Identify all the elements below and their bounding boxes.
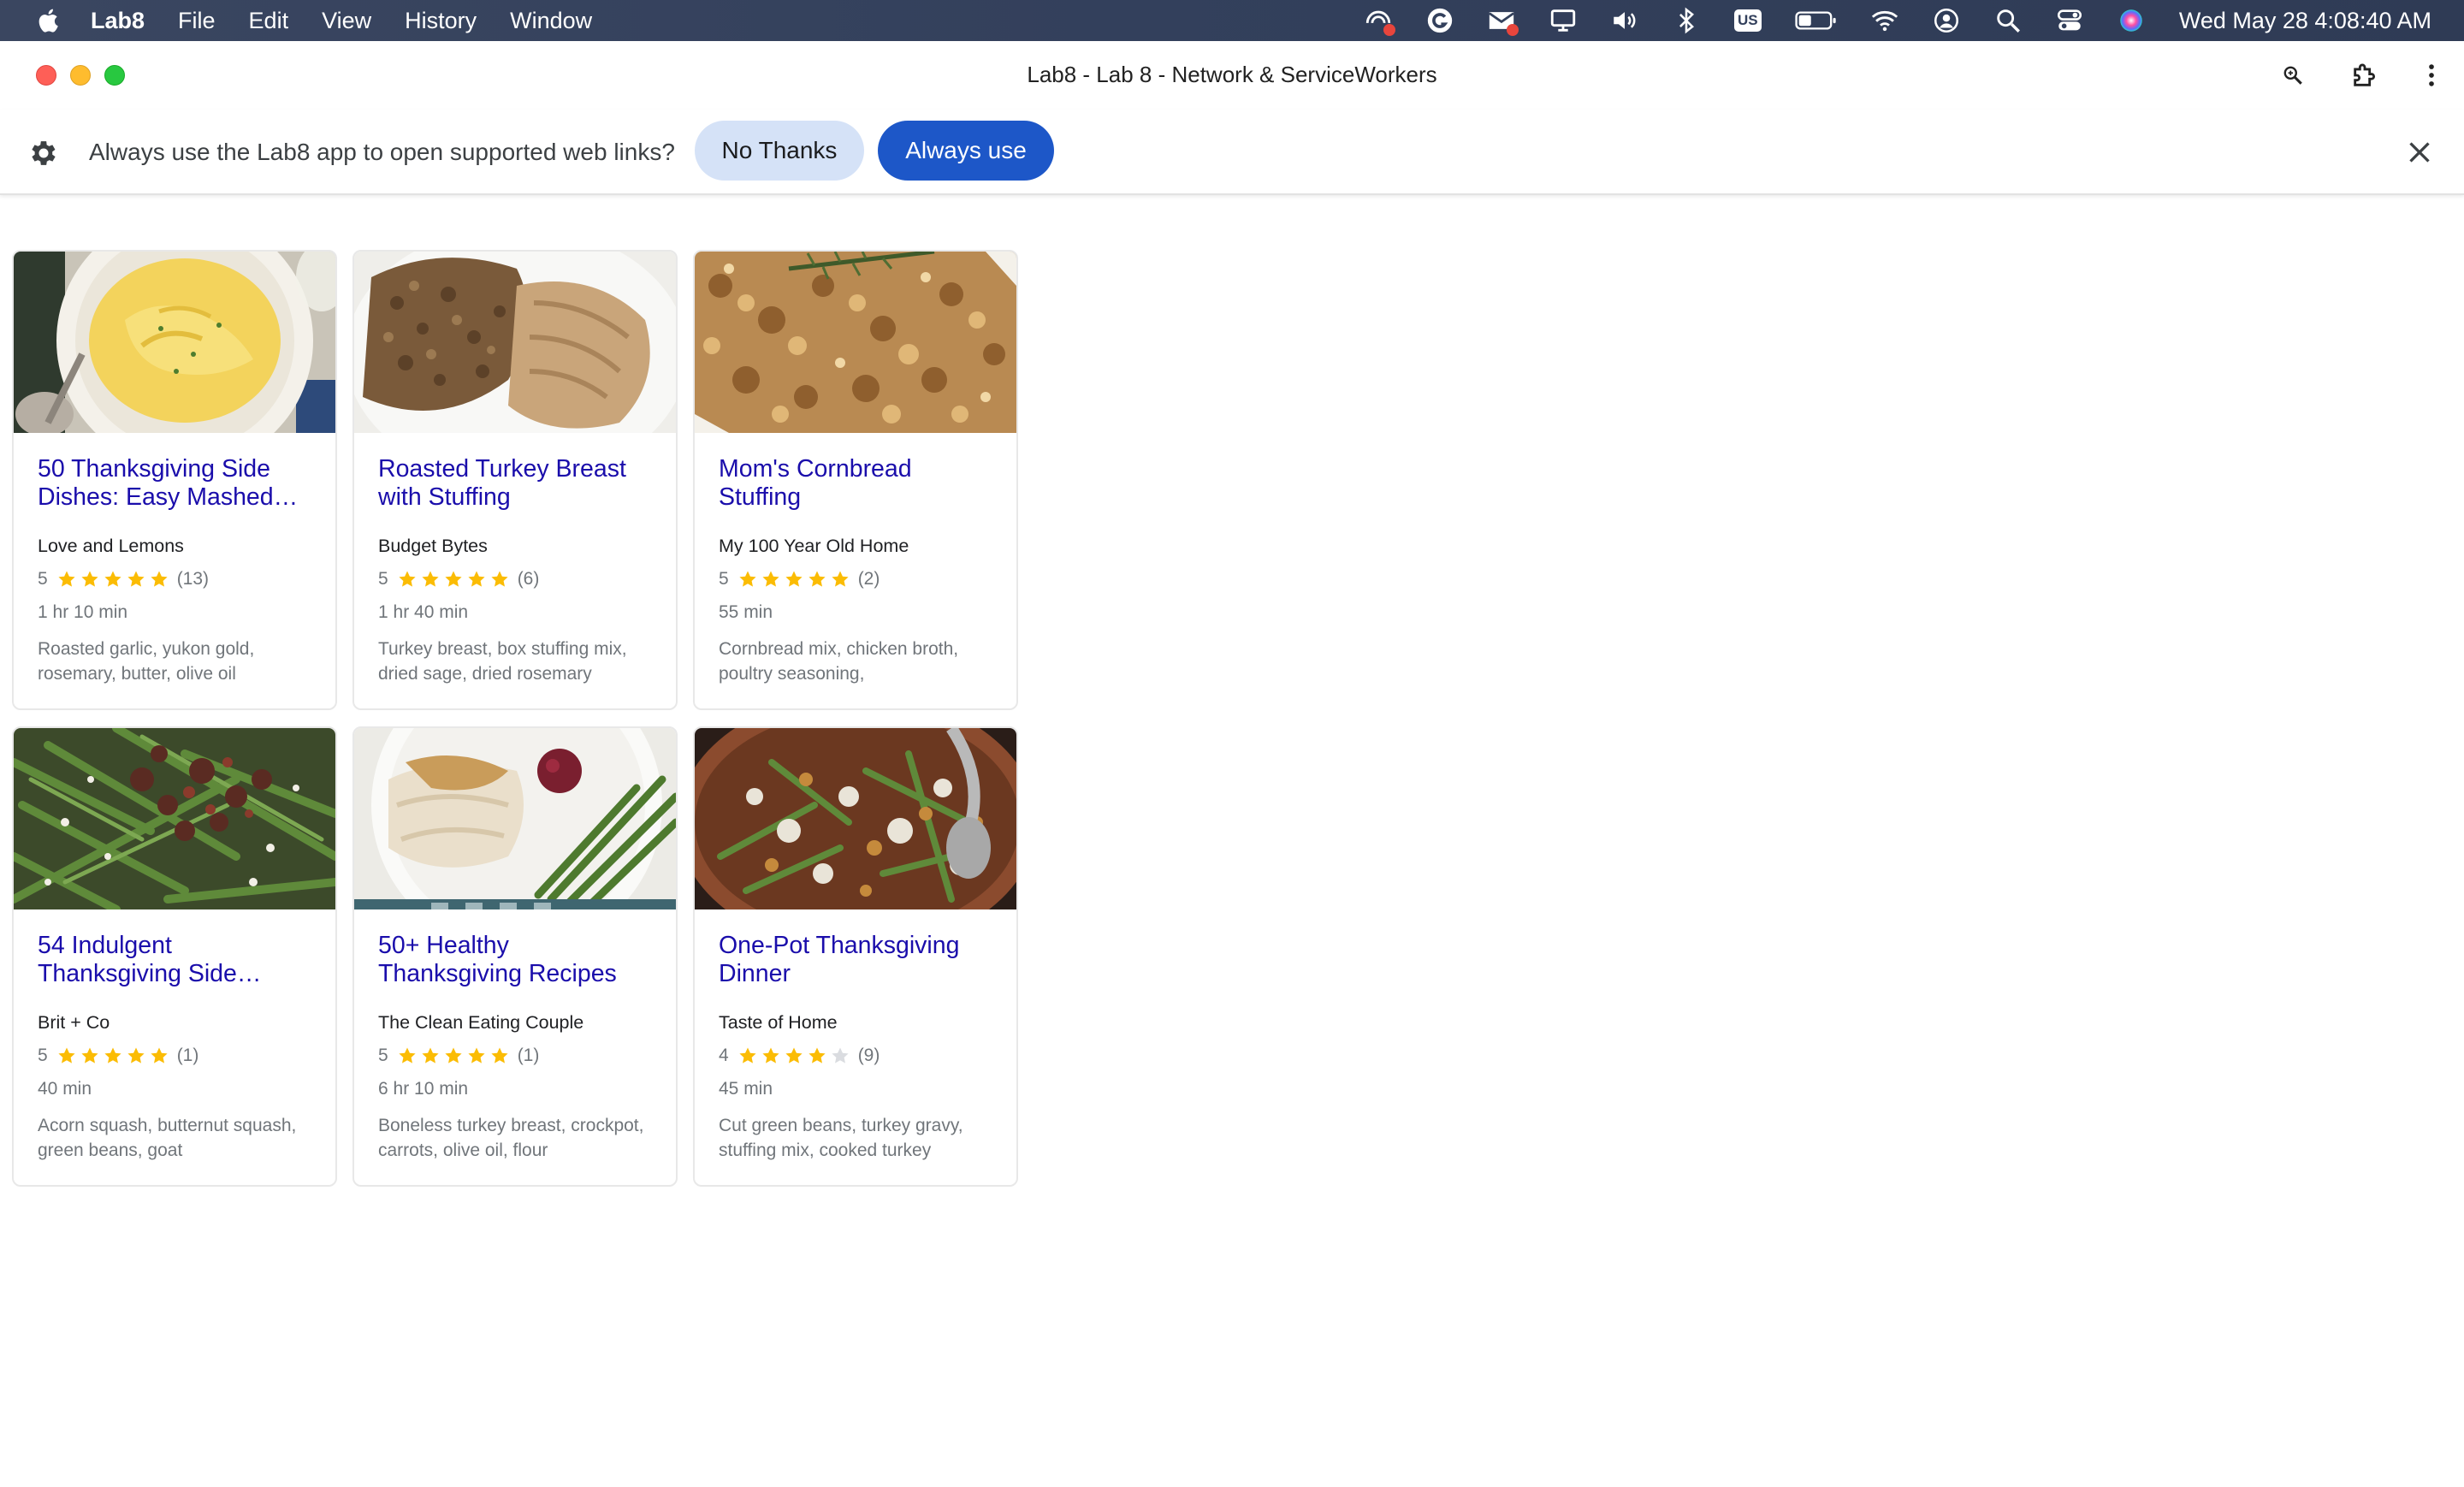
cook-time: 1 hr 10 min [38,602,128,622]
battery-icon[interactable] [1794,5,1839,36]
infobar-close-icon[interactable] [2404,137,2435,168]
notification-dot-icon [1506,24,1519,36]
keyboard-layout-label: US [1734,9,1762,32]
title-bar: Lab8 - Lab 8 - Network & ServiceWorkers [0,41,2464,110]
open-links-infobar: Always use the Lab8 app to open supporte… [0,110,2464,195]
recipe-card[interactable]: One-Pot Thanksgiving Dinner Taste of Hom… [693,726,1018,1187]
status-area: US Wed May 28 4:08:40 AM [1332,0,2431,41]
rating-row: 5 (6) [378,566,539,592]
rating-value: 5 [378,569,388,589]
review-count: (1) [176,1046,199,1065]
ingredients-text: Roasted garlic, yukon gold, rosemary, bu… [38,639,255,684]
rating-value: 4 [719,1046,729,1065]
keyboard-layout-icon[interactable]: US [1732,5,1763,36]
ingredients-text: Cut green beans, turkey gravy, stuffing … [719,1116,963,1160]
cook-time: 6 hr 10 min [378,1079,469,1099]
rating-row: 5 (13) [38,566,209,592]
recipe-card[interactable]: 50 Thanksgiving Side Dishes: Easy Mashed… [12,250,337,710]
rating-value: 5 [719,569,729,589]
review-count: (13) [176,569,210,589]
recipe-source: Love and Lemons [38,536,184,556]
cook-time: 1 hr 40 min [378,602,469,622]
recipe-card[interactable]: 54 Indulgent Thanksgiving Side Dishes Br… [12,726,337,1187]
menu-bar: Lab8 File Edit View History Window US We… [0,0,2464,41]
ingredients-text: Boneless turkey breast, crockpot, carrot… [378,1116,644,1160]
menu-edit[interactable]: Edit [249,8,289,34]
user-account-icon[interactable] [1931,5,1962,36]
recipe-source: Taste of Home [719,1012,838,1033]
ingredients-text: Turkey breast, box stuffing mix, dried s… [378,639,627,684]
recipe-thumbnail-image[interactable] [695,728,1016,909]
cook-time: 45 min [719,1079,773,1099]
window-title: Lab8 - Lab 8 - Network & ServiceWorkers [1027,62,1437,87]
recipe-card[interactable]: Roasted Turkey Breast with Stuffing Budg… [352,250,678,710]
review-count: (9) [857,1046,880,1065]
review-count: (6) [517,569,540,589]
menu-file[interactable]: File [178,8,216,34]
recipe-thumbnail-image[interactable] [354,728,676,909]
recipe-source: Brit + Co [38,1012,110,1033]
rating-stars-icon [56,1046,172,1066]
spotlight-search-icon[interactable] [1993,5,2023,36]
recipe-title-link[interactable]: 54 Indulgent Thanksgiving Side Dishes [38,932,311,988]
grammarly-icon[interactable] [1424,5,1455,36]
rating-stars-icon [737,569,853,589]
recipe-thumbnail-image[interactable] [14,252,335,433]
recipe-card[interactable]: Mom's Cornbread Stuffing My 100 Year Old… [693,250,1018,710]
infobar-message: Always use the Lab8 app to open supporte… [89,139,675,165]
cook-time: 55 min [719,602,773,622]
rating-row: 5 (2) [719,566,880,592]
rating-stars-icon [56,569,172,589]
rating-row: 4 (9) [719,1043,880,1069]
siri-icon[interactable] [2116,5,2147,36]
menubar-clock[interactable]: Wed May 28 4:08:40 AM [2179,8,2431,34]
ingredients-text: Acorn squash, butternut squash, green be… [38,1116,297,1160]
review-count: (1) [517,1046,540,1065]
recipe-title-link[interactable]: 50 Thanksgiving Side Dishes: Easy Mashed… [38,455,311,512]
recipe-card[interactable]: 50+ Healthy Thanksgiving Recipes The Cle… [352,726,678,1187]
recipe-title-link[interactable]: 50+ Healthy Thanksgiving Recipes [378,932,652,988]
volume-icon[interactable] [1609,5,1640,36]
rating-row: 5 (1) [378,1043,539,1069]
apple-logo-icon[interactable] [34,5,65,36]
screen-recorder-icon[interactable] [1363,5,1395,36]
recipe-thumbnail-image[interactable] [695,252,1016,433]
rating-row: 5 (1) [38,1043,198,1069]
wifi-icon[interactable] [1869,5,1900,36]
rating-stars-icon [397,569,512,589]
more-options-kebab-icon[interactable] [2414,58,2449,92]
rating-stars-icon [737,1046,853,1066]
recipe-title-link[interactable]: Mom's Cornbread Stuffing [719,455,992,512]
rating-stars-icon [397,1046,512,1066]
cook-time: 40 min [38,1079,92,1099]
control-center-icon[interactable] [2054,5,2085,36]
recipe-thumbnail-image[interactable] [14,728,335,909]
gear-icon [32,141,56,165]
recording-dot-icon [1383,24,1395,36]
recipe-source: The Clean Eating Couple [378,1012,584,1033]
rating-value: 5 [38,1046,48,1065]
rating-value: 5 [38,569,48,589]
zoom-magnifier-icon[interactable] [2276,58,2310,92]
menu-app-name[interactable]: Lab8 [91,8,145,34]
no-thanks-button[interactable]: No Thanks [695,121,864,181]
menu-history[interactable]: History [405,8,477,34]
recipe-source: Budget Bytes [378,536,488,556]
ingredients-text: Cornbread mix, chicken broth, poultry se… [719,639,959,684]
recipe-title-link[interactable]: One-Pot Thanksgiving Dinner [719,932,992,988]
mail-notification-icon[interactable] [1486,5,1519,36]
review-count: (2) [857,569,880,589]
extensions-puzzle-icon[interactable] [2348,58,2382,92]
menu-window[interactable]: Window [510,8,592,34]
bluetooth-icon[interactable] [1671,5,1702,36]
display-icon[interactable] [1548,5,1578,36]
always-use-button[interactable]: Always use [878,121,1054,181]
menu-view[interactable]: View [322,8,371,34]
recipe-thumbnail-image[interactable] [354,252,676,433]
app-window: Lab8 - Lab 8 - Network & ServiceWorkers … [0,41,2464,1487]
recipe-title-link[interactable]: Roasted Turkey Breast with Stuffing [378,455,652,512]
rating-value: 5 [378,1046,388,1065]
recipe-source: My 100 Year Old Home [719,536,909,556]
